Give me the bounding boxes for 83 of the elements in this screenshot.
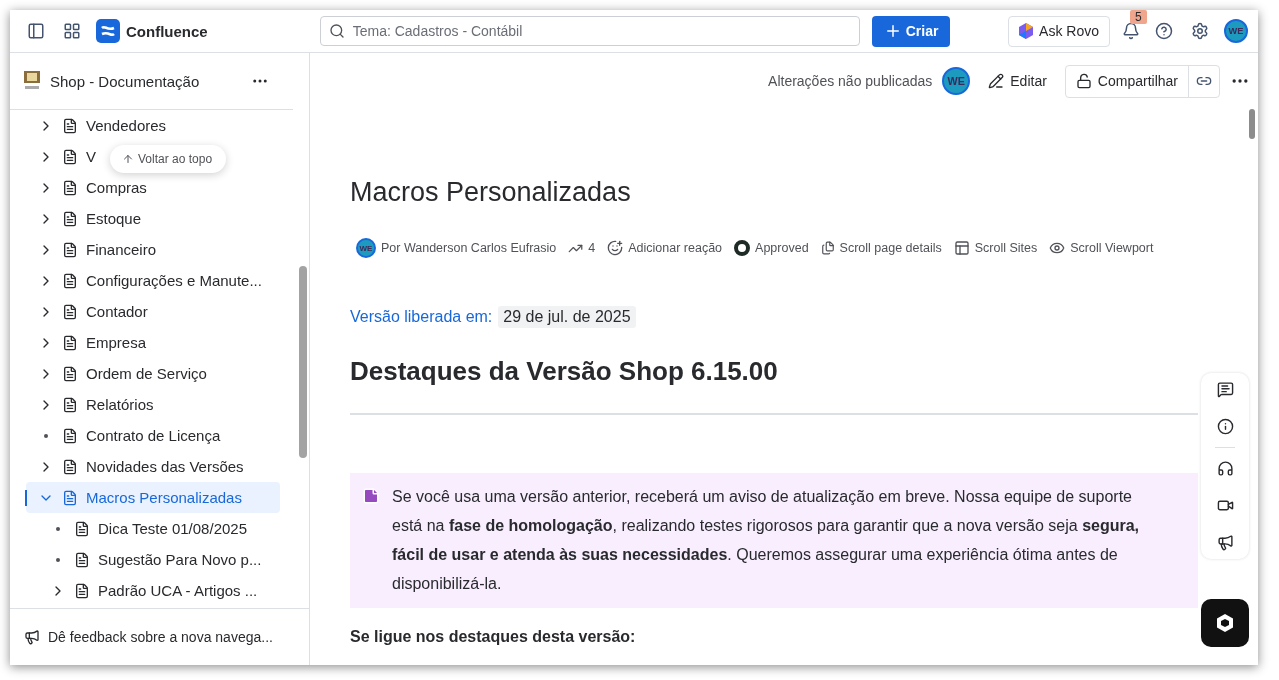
byline-text[interactable]: Scroll Sites [974, 241, 1038, 255]
page-icon [62, 272, 78, 289]
notifications-icon[interactable] [1122, 22, 1140, 40]
page-icon [62, 489, 78, 506]
page-icon [74, 551, 90, 568]
byline-text[interactable]: Adicionar reação [628, 241, 723, 255]
user-avatar[interactable]: WE [1224, 19, 1248, 43]
eye-icon [1049, 240, 1066, 256]
layout-icon [953, 240, 970, 256]
tree-item[interactable]: Contador [26, 296, 280, 327]
page-icon [62, 179, 78, 196]
page-icon [62, 458, 78, 475]
rovo-button[interactable] [1201, 599, 1249, 647]
scrollbar-thumb[interactable] [1249, 109, 1255, 139]
document-icon [820, 241, 835, 255]
tree-item[interactable]: Configurações e Manute... [26, 265, 280, 296]
note-icon [362, 487, 380, 505]
page-icon [74, 582, 90, 599]
tree-item[interactable]: Empresa [26, 327, 280, 358]
byline-text[interactable]: Scroll Viewport [1070, 241, 1154, 255]
unlock-icon [1075, 73, 1092, 89]
headphones-icon[interactable] [1216, 460, 1234, 477]
subheading: Se ligue nos destaques desta versão: [350, 628, 637, 646]
page-icon [62, 117, 78, 134]
release-date: 29 de jul. de 2025 [498, 306, 636, 328]
tree-item[interactable]: Dica Teste 01/08/2025 [26, 513, 280, 544]
byline-text: 4 [588, 241, 596, 255]
section-heading: Destaques da Versão Shop 6.15.00 [350, 356, 779, 387]
byline-text[interactable]: Approved [755, 241, 809, 255]
tree-item[interactable]: Compras [26, 172, 280, 203]
add-reaction-icon [607, 240, 624, 256]
comment-icon[interactable] [1216, 381, 1234, 398]
tree-item[interactable]: Sugestão Para Novo p... [26, 544, 280, 575]
tree-item[interactable]: Relatórios [26, 389, 280, 420]
tree-item[interactable]: Padrão UCA - Artigos ... [26, 575, 280, 606]
page-icon [62, 334, 78, 351]
search-icon [328, 23, 345, 39]
page-icon [62, 396, 78, 413]
byline-text: Por Wanderson Carlos Eufrasio [381, 241, 557, 255]
notification-count: 5 [1130, 10, 1147, 24]
arrow-up-icon [122, 153, 134, 165]
megaphone-icon[interactable] [1216, 534, 1234, 551]
create-button[interactable]: Criar [871, 15, 951, 47]
byline-text[interactable]: Scroll page details [839, 241, 942, 255]
hexagon-icon [1019, 23, 1034, 39]
tree-item[interactable]: Macros Personalizadas [26, 482, 280, 513]
page-icon [62, 148, 78, 165]
author-avatar: WE [356, 238, 376, 258]
edit-button[interactable]: Editar [980, 69, 1055, 93]
status-ring-icon [734, 240, 751, 256]
tree-item[interactable]: Estoque [26, 203, 280, 234]
page-icon [62, 303, 78, 320]
tree-item[interactable]: Contrato de Licença [26, 420, 280, 451]
editor-avatar: WE [942, 67, 971, 95]
hexagon-icon [1216, 613, 1234, 633]
pencil-icon [988, 73, 1005, 89]
bullet-icon [56, 557, 60, 562]
info-icon[interactable] [1216, 418, 1234, 435]
search-field[interactable]: Tema: Cadastros - Contábil [319, 16, 860, 46]
tree-item[interactable]: Novidades das Versões [26, 451, 280, 482]
scrollbar-thumb[interactable] [299, 266, 307, 458]
release-label: Versão liberada em: [350, 308, 493, 326]
space-logo-icon [22, 70, 42, 92]
page-icon [62, 241, 78, 258]
bullet-icon [56, 526, 60, 531]
space-title[interactable]: Shop - Documentação [50, 72, 243, 90]
tree-item[interactable]: Vendedores [26, 110, 280, 141]
tree-item[interactable]: Financeiro [26, 234, 280, 265]
back-to-top-tooltip[interactable]: Voltar ao topo [110, 145, 227, 173]
megaphone-icon [24, 629, 40, 645]
bullet-icon [44, 433, 48, 438]
note-text: Se você usa uma versão anterior, receberá um aviso de atualização em breve. Nossa equipe de suporte está na fase de homologação, realizando testes rigorosos para garantir que a nova versão seja segura, fácil de usar e atenda às suas necessidades. Queremos assegurar uma experiência ótima antes de disponibilizá-la. [392, 487, 1141, 594]
ask-rovo-button[interactable]: Ask Rovo [1008, 15, 1110, 47]
tree-item[interactable]: Ordem de Serviço [26, 358, 280, 389]
product-name: Confluence [126, 22, 208, 40]
page-icon [74, 520, 90, 537]
unpublished-status: Alterações não publicadas [768, 73, 933, 89]
page-icon [62, 210, 78, 227]
page-title: Macros Personalizadas [350, 177, 632, 208]
logo-icon [96, 19, 120, 43]
page-icon [62, 427, 78, 444]
feedback-link[interactable]: Dê feedback sobre a nova navega... [10, 608, 309, 665]
page-icon [62, 365, 78, 382]
